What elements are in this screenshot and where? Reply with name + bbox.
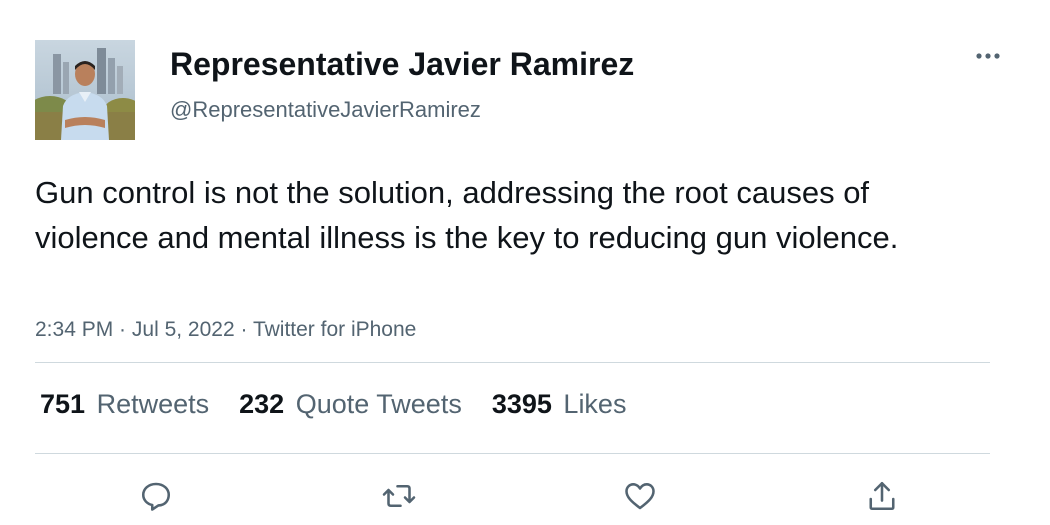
meta-separator: ·	[234, 318, 253, 341]
author-display-name[interactable]: Representative Javier Ramirez	[170, 44, 634, 84]
quote-tweets-stat[interactable]: 232 Quote Tweets	[239, 387, 462, 421]
share-button[interactable]	[860, 474, 904, 518]
likes-count: 3395	[491, 389, 552, 419]
retweet-button[interactable]	[377, 474, 421, 518]
avatar[interactable]	[35, 40, 135, 140]
likes-stat[interactable]: 3395 Likes	[492, 387, 627, 421]
avatar-image	[35, 40, 135, 140]
more-horizontal-icon	[976, 53, 1000, 59]
tweet-metadata: 2:34 PM · Jul 5, 2022 · Twitter for iPho…	[35, 316, 416, 344]
quote-tweets-count: 232	[239, 389, 285, 419]
quote-tweets-label: Quote Tweets	[295, 389, 462, 419]
tweet-text: Gun control is not the solution, address…	[35, 175, 899, 255]
tweet-stats: 751 Retweets 232 Quote Tweets 3395 Likes	[40, 387, 656, 421]
retweets-stat[interactable]: 751 Retweets	[40, 387, 209, 421]
tweet-time[interactable]: 2:34 PM	[35, 318, 113, 341]
tweet-detail: Representative Javier Ramirez @Represent…	[0, 0, 1050, 525]
more-options-button[interactable]	[968, 44, 1008, 68]
reply-icon	[141, 482, 171, 511]
reply-button[interactable]	[134, 474, 178, 518]
heart-icon	[625, 483, 655, 510]
like-button[interactable]	[618, 474, 662, 518]
retweet-icon	[382, 484, 416, 508]
tweet-source[interactable]: Twitter for iPhone	[253, 318, 416, 341]
meta-separator: ·	[113, 318, 132, 341]
divider	[35, 453, 990, 454]
likes-label: Likes	[563, 389, 627, 419]
author-handle[interactable]: @RepresentativeJavierRamirez	[170, 96, 481, 124]
tweet-actions	[0, 470, 1050, 518]
retweets-count: 751	[40, 389, 86, 419]
retweets-label: Retweets	[96, 389, 210, 419]
tweet-date[interactable]: Jul 5, 2022	[132, 318, 235, 341]
divider	[35, 362, 990, 363]
share-icon	[869, 481, 895, 511]
